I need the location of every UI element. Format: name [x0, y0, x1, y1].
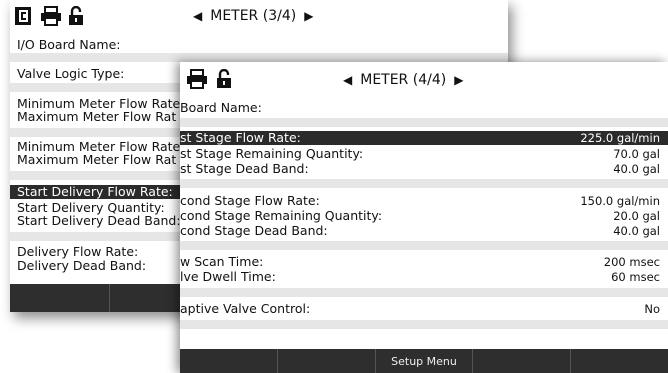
next-page-button[interactable]: ▶ [304, 9, 313, 23]
field-label: cond Stage Remaining Quantity: [180, 208, 383, 223]
printer-icon[interactable] [186, 69, 208, 93]
softkey-1[interactable] [180, 349, 278, 373]
field-label: w Scan Time: [180, 254, 264, 269]
field-row[interactable]: I/O Board Name: [10, 38, 508, 52]
softkey-2[interactable] [278, 349, 376, 373]
field-row-selected[interactable]: st Stage Flow Rate: 225.0 gal/min [180, 131, 668, 145]
prev-page-button[interactable]: ◀ [343, 73, 352, 87]
field-value: 40.0 gal [613, 224, 660, 238]
field-row[interactable]: aptive Valve Control: No [180, 301, 668, 317]
meter-screen-front: ◀ METER (4/4) ▶ Board Name: st Stage Flo… [180, 62, 668, 373]
divider [180, 288, 668, 297]
field-value: 70.0 gal [613, 147, 660, 161]
divider [180, 118, 668, 127]
divider [180, 179, 668, 188]
prev-page-button[interactable]: ◀ [193, 9, 202, 23]
field-label: st Stage Remaining Quantity: [180, 146, 364, 161]
field-label: lve Dwell Time: [180, 269, 276, 284]
divider [180, 320, 668, 329]
field-label: Maximum Meter Flow Rat [17, 152, 177, 167]
field-label: Delivery Dead Band: [17, 258, 147, 273]
field-label: Valve Logic Type: [17, 66, 125, 81]
field-label: Maximum Meter Flow Rat [17, 109, 177, 124]
softkey-1[interactable] [10, 284, 110, 312]
field-value: 200 msec [603, 255, 660, 269]
field-label: I/O Board Name: [17, 37, 121, 52]
next-page-button[interactable]: ▶ [454, 73, 463, 87]
page-nav: ◀ METER (4/4) ▶ [343, 72, 463, 88]
softkey-bar: Setup Menu [180, 349, 668, 373]
softkey-4[interactable] [473, 349, 572, 373]
field-label: cond Stage Dead Band: [180, 223, 328, 238]
page-title: METER (4/4) [360, 72, 447, 88]
field-value: No [644, 302, 660, 316]
field-label: aptive Valve Control: [180, 301, 311, 316]
lock-icon[interactable] [216, 68, 232, 93]
field-row[interactable]: cond Stage Remaining Quantity: 20.0 gal [180, 208, 668, 224]
setup-menu-button[interactable]: Setup Menu [376, 349, 474, 373]
lock-icon[interactable] [68, 5, 84, 30]
field-row[interactable]: st Stage Dead Band: 40.0 gal [180, 161, 668, 177]
field-label: Delivery Flow Rate: [17, 244, 139, 259]
field-row[interactable]: cond Stage Dead Band: 40.0 gal [180, 223, 668, 239]
document-icon[interactable] [14, 6, 32, 30]
top-bar: ◀ METER (3/4) ▶ [10, 0, 508, 34]
field-row[interactable]: cond Stage Flow Rate: 150.0 gal/min [180, 193, 668, 209]
field-label: Board Name: [180, 100, 262, 115]
softkey-5[interactable] [571, 349, 668, 373]
field-value: 225.0 gal/min [580, 131, 660, 145]
page-title: METER (3/4) [210, 8, 297, 24]
field-value: 60 msec [611, 270, 660, 284]
divider [180, 241, 668, 250]
field-label: st Stage Flow Rate: [180, 130, 301, 145]
page-nav: ◀ METER (3/4) ▶ [193, 8, 313, 24]
printer-icon[interactable] [40, 6, 62, 30]
field-value: 150.0 gal/min [580, 194, 660, 208]
field-row[interactable]: st Stage Remaining Quantity: 70.0 gal [180, 146, 668, 162]
field-row[interactable]: w Scan Time: 200 msec [180, 254, 668, 270]
field-label: st Stage Dead Band: [180, 161, 309, 176]
field-row[interactable]: lve Dwell Time: 60 msec [180, 269, 668, 285]
field-row[interactable]: Board Name: [180, 101, 668, 115]
divider [10, 53, 508, 62]
field-label: cond Stage Flow Rate: [180, 193, 320, 208]
field-label: Start Delivery Flow Rate: [17, 184, 173, 199]
top-bar: ◀ METER (4/4) ▶ [180, 62, 668, 96]
field-label: Start Delivery Dead Band: [17, 213, 181, 228]
field-value: 20.0 gal [613, 209, 660, 223]
field-value: 40.0 gal [613, 162, 660, 176]
